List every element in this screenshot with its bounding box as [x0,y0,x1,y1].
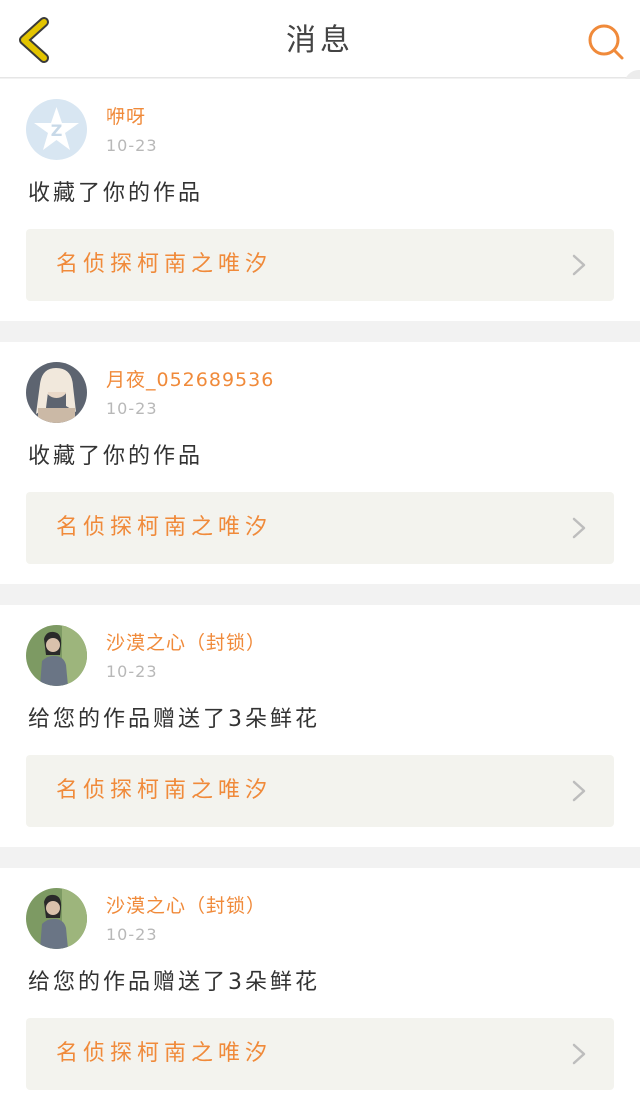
svg-text:Z: Z [51,121,63,140]
username-link[interactable]: 沙漠之心（封锁） [106,894,266,918]
notification-card: 沙漠之心（封锁） 10-23 给您的作品赠送了3朵鲜花 名侦探柯南之唯汐 [0,605,640,847]
timestamp: 10-23 [106,399,158,418]
qq-avatar-icon: Z [26,99,87,160]
username-link[interactable]: 沙漠之心（封锁） [106,631,266,655]
user-photo-icon [26,625,87,686]
notification-card: 月夜_052689536 10-23 收藏了你的作品 名侦探柯南之唯汐 [0,342,640,584]
work-link[interactable]: 名侦探柯南之唯汐 [26,1018,614,1090]
avatar[interactable] [26,625,87,686]
timestamp: 10-23 [106,136,158,155]
user-photo-icon [26,362,87,423]
work-link[interactable]: 名侦探柯南之唯汐 [26,492,614,564]
work-title: 名侦探柯南之唯汐 [56,515,273,540]
page-title: 消息 [286,23,354,58]
username-link[interactable]: 咿呀 [106,105,146,129]
chevron-right-icon [572,780,586,802]
timestamp: 10-23 [106,662,158,681]
notification-card: Z 咿呀 10-23 收藏了你的作品 名侦探柯南之唯汐 [0,79,640,321]
top-bar: 消息 [0,0,640,78]
work-title: 名侦探柯南之唯汐 [56,252,273,277]
username-link[interactable]: 月夜_052689536 [106,368,274,392]
notification-message: 给您的作品赠送了3朵鲜花 [28,707,320,732]
avatar[interactable] [26,362,87,423]
chevron-right-icon [572,517,586,539]
chevron-right-icon [572,254,586,276]
user-photo-icon [26,888,87,949]
avatar[interactable] [26,888,87,949]
notification-message: 给您的作品赠送了3朵鲜花 [28,970,320,995]
chevron-right-icon [572,1043,586,1065]
work-link[interactable]: 名侦探柯南之唯汐 [26,755,614,827]
work-link[interactable]: 名侦探柯南之唯汐 [26,229,614,301]
search-icon [588,24,624,60]
notification-message: 收藏了你的作品 [28,181,204,206]
work-title: 名侦探柯南之唯汐 [56,1041,273,1066]
avatar[interactable]: Z [26,99,87,160]
work-title: 名侦探柯南之唯汐 [56,778,273,803]
notification-card: 沙漠之心（封锁） 10-23 给您的作品赠送了3朵鲜花 名侦探柯南之唯汐 [0,868,640,1110]
notification-message: 收藏了你的作品 [28,444,204,469]
timestamp: 10-23 [106,925,158,944]
search-button[interactable] [584,20,626,62]
